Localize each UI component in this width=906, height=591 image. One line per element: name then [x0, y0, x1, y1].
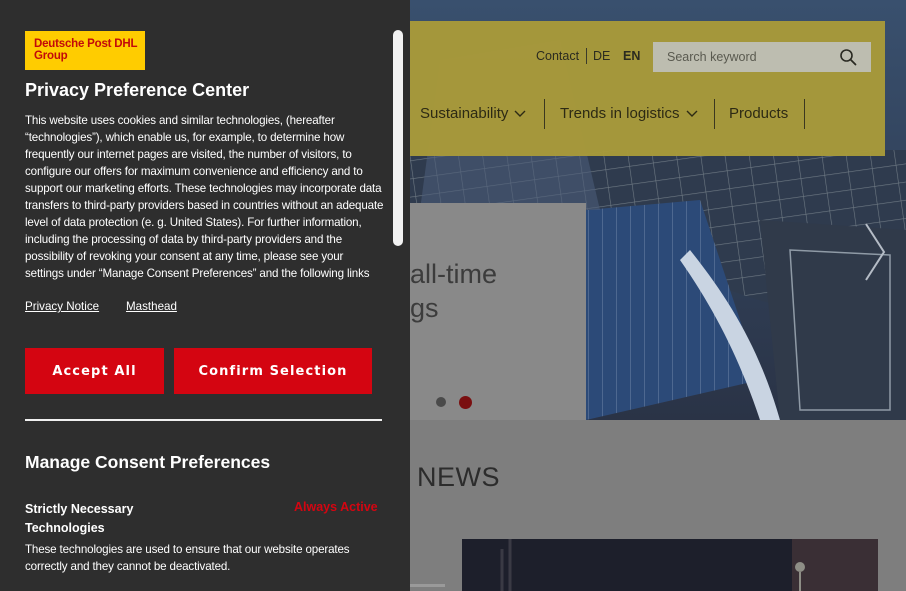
panel-description: This website uses cookies and similar te… [25, 114, 384, 280]
hero-title-line-2: gs [410, 293, 439, 323]
consent-category-name[interactable]: Strictly Necessary Technologies [25, 500, 165, 538]
masthead-link[interactable]: Masthead [126, 300, 177, 313]
news-thumbnail[interactable] [462, 539, 878, 591]
nav-item-products[interactable]: Products [729, 105, 788, 122]
news-tab-indicator [410, 584, 445, 587]
chevron-down-icon [686, 110, 697, 117]
nav-divider [714, 99, 715, 129]
search-box [653, 42, 871, 72]
nav-divider [544, 99, 545, 129]
section-divider [25, 419, 382, 421]
nav-item-label: Products [729, 105, 789, 122]
brand-logo: Deutsche Post DHL Group [25, 31, 145, 70]
privacy-notice-link[interactable]: Privacy Notice [25, 300, 99, 313]
carousel-dot[interactable] [436, 397, 446, 407]
consent-category-status: Always Active [294, 500, 378, 514]
nav-item-sustainability[interactable]: Sustainability [420, 105, 526, 122]
lang-en-link[interactable]: EN [623, 49, 640, 63]
privacy-preference-panel: Deutsche Post DHL Group Privacy Preferen… [0, 0, 410, 591]
search-input[interactable] [653, 42, 833, 72]
nav-item-trends-in-logistics[interactable]: Trends in logistics [560, 105, 698, 122]
consent-category-description: These technologies are used to ensure th… [25, 543, 350, 573]
chevron-down-icon [514, 110, 526, 117]
carousel-dot-active[interactable] [459, 396, 472, 409]
manage-consent-heading: Manage Consent Preferences [25, 452, 271, 472]
panel-title: Privacy Preference Center [25, 80, 250, 100]
contact-link[interactable]: Contact [536, 49, 579, 63]
lang-de-link[interactable]: DE [593, 49, 610, 63]
chevron-right-icon[interactable] [862, 222, 888, 282]
search-icon[interactable] [839, 48, 857, 66]
confirm-selection-button[interactable]: Confirm Selection [174, 348, 372, 394]
nav-item-label: Trends in logistics [560, 105, 680, 122]
news-photo [462, 539, 878, 591]
news-heading: NEWS [417, 462, 500, 492]
utility-divider [586, 48, 587, 64]
nav-divider [804, 99, 805, 129]
panel-scrollbar[interactable] [393, 30, 403, 246]
nav-item-label: Sustainability [420, 105, 509, 122]
hero-title-line-1: all-time [410, 259, 498, 289]
accept-all-button[interactable]: Accept All [25, 348, 164, 394]
